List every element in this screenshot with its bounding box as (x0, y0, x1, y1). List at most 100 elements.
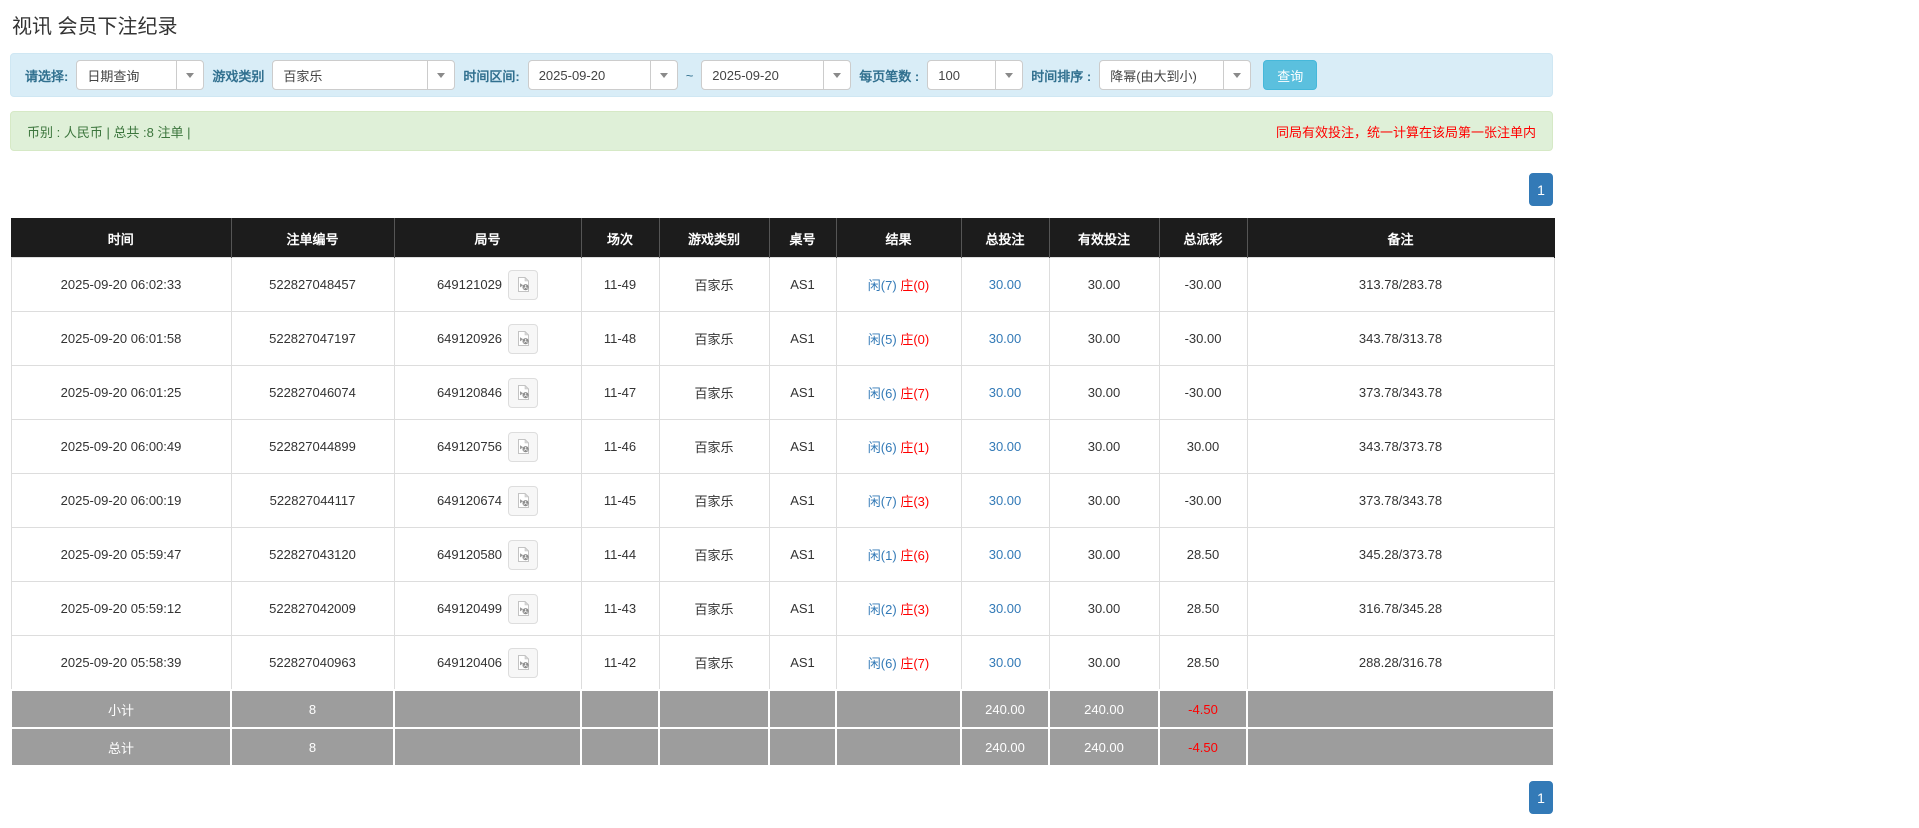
video-replay-button[interactable] (508, 431, 539, 462)
payout-cell: -30.00 (1158, 311, 1248, 366)
round-id-text: 649120499 (436, 601, 503, 616)
table-row: 2025-09-20 06:01:58 522827047197 649120926… (10, 311, 1555, 366)
game-category-label: 游戏类别 (212, 68, 265, 84)
summary-label-cell: 小计 (10, 689, 232, 729)
video-file-icon (517, 330, 529, 346)
video-file-icon (517, 654, 529, 670)
column-header: 时间 (11, 218, 232, 258)
summary-total-bet-cell: 240.00 (960, 689, 1050, 729)
video-replay-button[interactable] (508, 269, 539, 300)
chevron-down-icon (995, 61, 1022, 89)
table-row: 2025-09-20 06:00:49 522827044899 649120756… (10, 419, 1555, 474)
date-range-separator: ~ (685, 67, 694, 83)
date-end-value: 2025-09-20 (712, 67, 779, 83)
result-player: 闲(2) (867, 602, 897, 617)
valid-bet-cell: 30.00 (1048, 257, 1160, 312)
time-cell: 2025-09-20 06:01:25 (10, 365, 232, 420)
summary-empty-cell (580, 727, 660, 767)
summary-empty-cell (835, 689, 962, 729)
payout-cell: 28.50 (1158, 527, 1248, 582)
session-cell: 11-45 (580, 473, 660, 528)
summary-count-cell: 8 (230, 689, 395, 729)
result-player: 闲(6) (867, 440, 897, 455)
table-body: 2025-09-20 06:02:33 522827048457 649121029… (10, 257, 1555, 691)
page-size-label: 每页笔数 : (859, 68, 920, 84)
game-category-cell: 百家乐 (658, 257, 770, 312)
video-file-icon (517, 384, 529, 400)
session-cell: 11-46 (580, 419, 660, 474)
column-header: 有效投注 (1049, 218, 1160, 258)
column-header: 桌号 (769, 218, 837, 258)
bet-id-cell: 522827042009 (230, 581, 395, 636)
valid-bet-cell: 30.00 (1048, 473, 1160, 528)
chevron-down-icon (176, 61, 203, 89)
table-number-cell: AS1 (768, 635, 837, 691)
round-id-cell: 649120406 (393, 635, 582, 691)
round-id-text: 649120756 (436, 439, 503, 454)
query-type-select[interactable]: 日期查询 (76, 60, 205, 90)
total-bet-link[interactable]: 30.00 (989, 655, 1022, 670)
time-cell: 2025-09-20 05:59:47 (10, 527, 232, 582)
video-replay-button[interactable] (508, 485, 539, 516)
result-cell: 闲(6) 庄(7) (835, 635, 962, 691)
video-replay-button[interactable] (508, 593, 539, 624)
total-bet-link[interactable]: 30.00 (989, 601, 1022, 616)
round-id-wrap: 649120499 (436, 593, 539, 624)
round-id-cell: 649121029 (393, 257, 582, 312)
total-bet-link[interactable]: 30.00 (989, 277, 1022, 292)
round-id-wrap: 649120406 (437, 647, 539, 678)
result-player: 闲(6) (867, 386, 897, 401)
total-bet-link[interactable]: 30.00 (989, 385, 1022, 400)
total-bet-link[interactable]: 30.00 (989, 547, 1022, 562)
table-row: 2025-09-20 06:00:19 522827044117 649120674… (10, 473, 1555, 528)
date-end-select[interactable]: 2025-09-20 (701, 60, 852, 90)
bet-id-cell: 522827043120 (230, 527, 395, 582)
column-header: 游戏类别 (659, 218, 770, 258)
payout-cell: 28.50 (1158, 635, 1248, 691)
result-cell: 闲(7) 庄(3) (835, 473, 962, 528)
round-id-text: 649120926 (436, 331, 503, 346)
time-sort-select[interactable]: 降幂(由大到小) (1099, 60, 1252, 90)
video-replay-button[interactable] (508, 539, 539, 570)
round-id-cell: 649120580 (393, 527, 582, 582)
table-row: 2025-09-20 05:59:47 522827043120 649120580… (10, 527, 1555, 582)
time-cell: 2025-09-20 05:59:12 (10, 581, 232, 636)
filter-bar: 请选择: 日期查询 游戏类别 百家乐 时间区间: 2025-09-20 ~ 20… (10, 53, 1553, 97)
remark-cell: 343.78/373.78 (1246, 419, 1555, 474)
game-category-select[interactable]: 百家乐 (272, 60, 456, 90)
summary-empty-cell (580, 689, 660, 729)
video-replay-button[interactable] (508, 323, 539, 354)
remark-cell: 373.78/343.78 (1246, 365, 1555, 420)
search-button[interactable]: 查询 (1263, 60, 1318, 90)
round-id-text: 649120674 (436, 493, 503, 508)
total-bet-link[interactable]: 30.00 (989, 331, 1022, 346)
session-cell: 11-43 (580, 581, 660, 636)
result-banker: 庄(0) (900, 332, 930, 347)
page-button-1[interactable]: 1 (1529, 781, 1553, 814)
date-start-select[interactable]: 2025-09-20 (527, 60, 678, 90)
bet-id-cell: 522827044117 (230, 473, 395, 528)
round-id-text: 649120580 (436, 547, 503, 562)
summary-empty-cell (393, 689, 582, 729)
total-bet-link[interactable]: 30.00 (989, 493, 1022, 508)
summary-empty-cell (835, 727, 962, 767)
valid-bet-cell: 30.00 (1048, 419, 1160, 474)
result-banker: 庄(1) (900, 440, 930, 455)
time-range-label: 时间区间: (463, 68, 520, 84)
query-type-value: 日期查询 (87, 68, 140, 84)
time-cell: 2025-09-20 06:00:49 (10, 419, 232, 474)
summary-bar: 币别 : 人民币 | 总共 :8 注单 | 同局有效投注，统一计算在该局第一张注… (10, 111, 1553, 151)
table-row: 2025-09-20 05:58:39 522827040963 649120406… (10, 635, 1555, 691)
bet-id-cell: 522827044899 (230, 419, 395, 474)
page-button-1[interactable]: 1 (1529, 173, 1553, 206)
table-number-cell: AS1 (768, 581, 837, 636)
column-header: 局号 (394, 218, 582, 258)
video-replay-button[interactable] (508, 377, 539, 408)
page-size-select[interactable]: 100 (927, 60, 1024, 90)
total-bet-link[interactable]: 30.00 (989, 439, 1022, 454)
result-cell: 闲(1) 庄(6) (835, 527, 962, 582)
game-category-cell: 百家乐 (658, 419, 770, 474)
result-banker: 庄(6) (900, 548, 930, 563)
video-replay-button[interactable] (508, 647, 539, 678)
result-player: 闲(6) (867, 656, 897, 671)
